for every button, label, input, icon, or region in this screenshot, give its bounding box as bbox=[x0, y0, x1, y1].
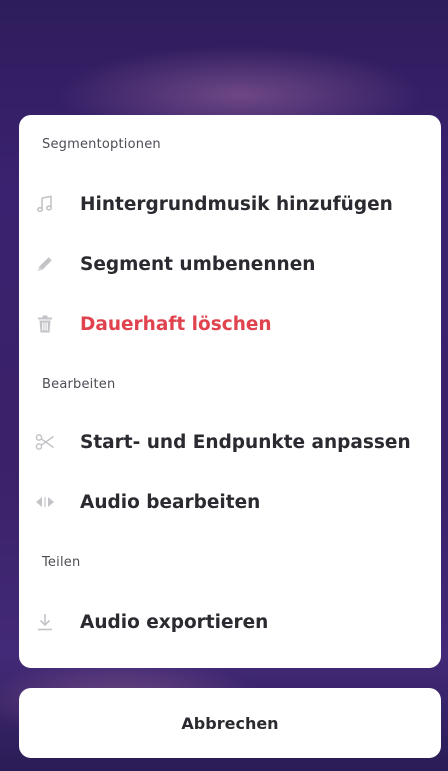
download-icon bbox=[35, 612, 55, 632]
pencil-icon bbox=[35, 254, 55, 274]
section-header-segment-options: Segmentoptionen bbox=[42, 137, 161, 152]
adjust-start-end-points-item[interactable]: Start- und Endpunkte anpassen bbox=[19, 419, 441, 465]
section-header-share: Teilen bbox=[42, 555, 81, 570]
trash-icon bbox=[35, 314, 55, 334]
delete-permanently-label: Dauerhaft löschen bbox=[80, 313, 272, 335]
add-background-music-label: Hintergrundmusik hinzufügen bbox=[80, 193, 393, 215]
export-audio-label: Audio exportieren bbox=[80, 611, 269, 633]
cancel-button-label: Abbrechen bbox=[181, 713, 279, 733]
audio-edit-arrows-icon bbox=[35, 492, 55, 512]
section-header-edit: Bearbeiten bbox=[42, 377, 116, 392]
edit-audio-item[interactable]: Audio bearbeiten bbox=[19, 479, 441, 525]
edit-audio-label: Audio bearbeiten bbox=[80, 491, 261, 513]
export-audio-item[interactable]: Audio exportieren bbox=[19, 599, 441, 645]
scissors-icon bbox=[35, 432, 55, 452]
rename-segment-item[interactable]: Segment umbenennen bbox=[19, 241, 441, 287]
delete-permanently-item[interactable]: Dauerhaft löschen bbox=[19, 301, 441, 347]
music-note-icon bbox=[35, 194, 55, 214]
segment-options-sheet: Segmentoptionen Hintergrundmusik hinzufü… bbox=[19, 115, 441, 668]
adjust-start-end-points-label: Start- und Endpunkte anpassen bbox=[80, 431, 411, 453]
cancel-button[interactable]: Abbrechen bbox=[19, 688, 441, 758]
rename-segment-label: Segment umbenennen bbox=[80, 253, 316, 275]
add-background-music-item[interactable]: Hintergrundmusik hinzufügen bbox=[19, 181, 441, 227]
